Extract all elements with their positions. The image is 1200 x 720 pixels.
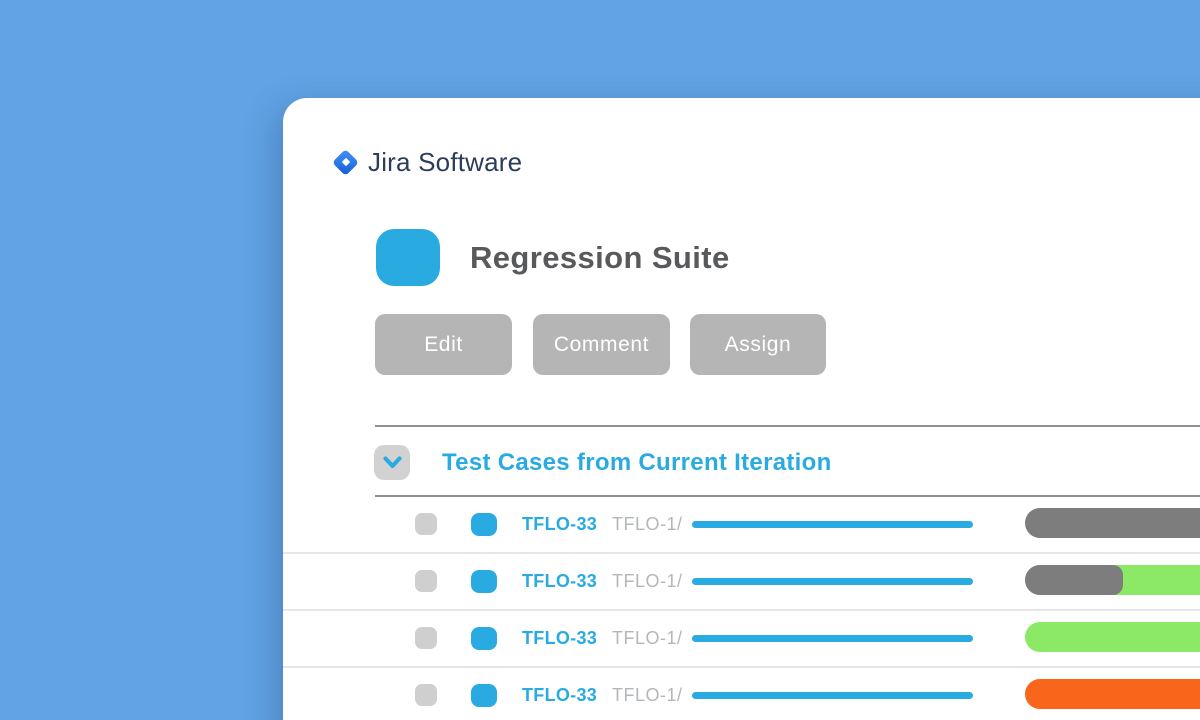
test-case-row: TFLO-33 TFLO-1/: [283, 668, 1200, 720]
app-card: Jira Software Regression Suite Edit Comm…: [283, 98, 1200, 720]
row-checkbox[interactable]: [415, 684, 437, 706]
row-checkbox[interactable]: [415, 570, 437, 592]
edit-button[interactable]: Edit: [375, 314, 512, 375]
row-checkbox[interactable]: [415, 513, 437, 535]
issue-key-link[interactable]: TFLO-33: [522, 611, 597, 666]
issue-key-link[interactable]: TFLO-33: [522, 554, 597, 609]
issue-key-link[interactable]: TFLO-33: [522, 668, 597, 720]
issue-parent-ref: TFLO-1/: [612, 668, 683, 720]
row-checkbox[interactable]: [415, 627, 437, 649]
issue-type-icon: [471, 684, 497, 707]
issue-type-icon: [471, 627, 497, 650]
test-case-row: TFLO-33 TFLO-1/: [283, 554, 1200, 611]
status-segment: [1025, 565, 1123, 595]
page-title: Regression Suite: [470, 229, 730, 286]
issue-key-link[interactable]: TFLO-33: [522, 497, 597, 552]
issue-type-icon: [471, 570, 497, 593]
section-title: Test Cases from Current Iteration: [442, 445, 832, 480]
section-collapse-button[interactable]: [374, 445, 410, 480]
summary-placeholder-line: [692, 578, 973, 585]
comment-button[interactable]: Comment: [533, 314, 670, 375]
issue-parent-ref: TFLO-1/: [612, 611, 683, 666]
divider: [375, 425, 1200, 427]
status-bar: [1025, 622, 1200, 652]
status-bar: [1025, 565, 1200, 595]
assign-button[interactable]: Assign: [690, 314, 826, 375]
summary-placeholder-line: [692, 692, 973, 699]
test-case-row: TFLO-33 TFLO-1/: [283, 611, 1200, 668]
test-case-list: TFLO-33 TFLO-1/ TFLO-33 TFLO-1/ TFLO-33 …: [283, 497, 1200, 720]
status-bar: [1025, 679, 1200, 709]
summary-placeholder-line: [692, 635, 973, 642]
jira-logo-text: Jira Software: [368, 147, 522, 178]
summary-placeholder-line: [692, 521, 973, 528]
suite-type-icon: [376, 229, 440, 286]
status-bar: [1025, 508, 1200, 538]
issue-parent-ref: TFLO-1/: [612, 554, 683, 609]
jira-logo-icon: [332, 149, 359, 176]
issue-type-icon: [471, 513, 497, 536]
jira-logo: Jira Software: [332, 146, 522, 178]
issue-parent-ref: TFLO-1/: [612, 497, 683, 552]
test-case-row: TFLO-33 TFLO-1/: [283, 497, 1200, 554]
chevron-down-icon: [383, 456, 402, 469]
page-background: Jira Software Regression Suite Edit Comm…: [0, 0, 1200, 720]
